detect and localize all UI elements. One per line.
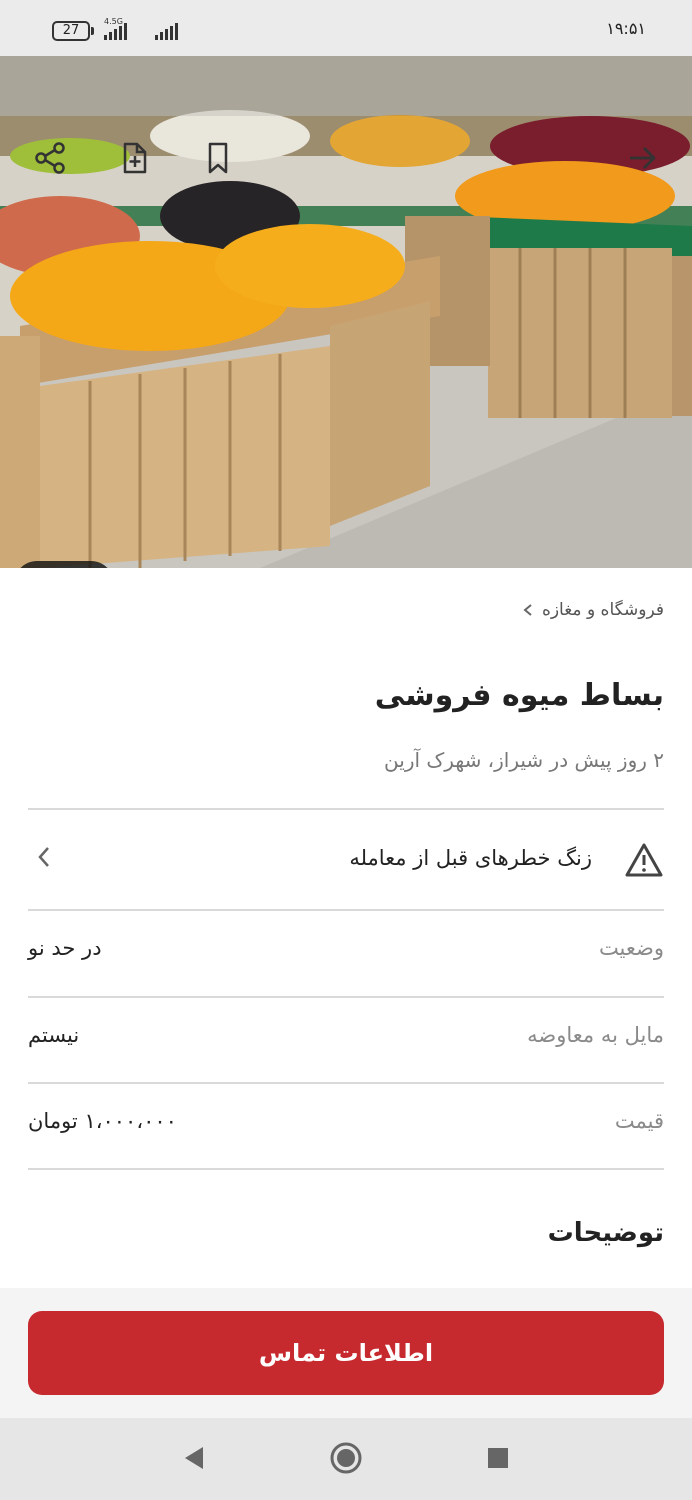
ad-time-location: ۲ روز پیش در شیراز، شهرک آرین [384,748,664,772]
share-icon [35,142,65,174]
signal-strength-icon [155,22,178,40]
back-triangle-icon [185,1447,203,1469]
detail-row-price: قیمت ۱،۰۰۰،۰۰۰ تومان [28,1083,664,1169]
battery-tip [91,27,94,35]
signal-strength-icon [104,22,127,40]
recents-square-icon [488,1448,508,1468]
ad-photo[interactable]: ۱ [0,56,692,568]
nav-back-button[interactable] [174,1438,214,1478]
price-value: ۱،۰۰۰،۰۰۰ تومان [28,1109,177,1133]
battery-indicator: 27 [52,21,90,41]
contact-bar: اطلاعات تماس [0,1288,692,1418]
nav-recents-button[interactable] [478,1438,518,1478]
contact-info-button[interactable]: اطلاعات تماس [28,1311,664,1395]
photo-gallery-button[interactable]: ۱ [14,561,114,568]
detail-value: در حد نو [28,936,102,960]
add-note-button[interactable] [114,138,154,178]
back-arrow-icon [630,147,656,169]
warning-icon [625,843,663,877]
ad-title: بساط میوه فروشی [374,678,664,713]
nav-home-button[interactable] [326,1438,366,1478]
status-bar: 27 4.5G ۱۹:۵۱ [0,0,692,56]
clock: ۱۹:۵۱ [606,19,646,38]
detail-label: قیمت [614,1109,664,1133]
detail-row-condition: وضعیت در حد نو [28,910,664,996]
scam-warning-row[interactable]: زنگ خطرهای قبل از معامله [28,810,664,910]
share-button[interactable] [30,138,70,178]
breadcrumb-category[interactable]: فروشگاه و مغازه [542,600,664,620]
detail-value: نیستم [28,1023,80,1047]
add-note-icon [123,142,147,174]
back-button[interactable] [622,138,662,178]
breadcrumb[interactable]: فروشگاه و مغازه [522,600,664,620]
bookmark-button[interactable] [198,138,238,178]
detail-label: مایل به معاوضه [527,1023,664,1047]
home-circle-icon [330,1442,362,1474]
chevron-left-icon [523,604,532,616]
detail-label: وضعیت [598,936,664,960]
system-nav-bar [0,1418,692,1500]
divider [28,1168,664,1170]
bookmark-icon [208,142,228,174]
chevron-left-icon [38,847,49,867]
description-heading: توضیحات [547,1218,664,1248]
detail-row-exchange: مایل به معاوضه نیستم [28,997,664,1083]
fruit-stand-photo [0,56,692,568]
scam-warning-text: زنگ خطرهای قبل از معامله [349,846,592,870]
